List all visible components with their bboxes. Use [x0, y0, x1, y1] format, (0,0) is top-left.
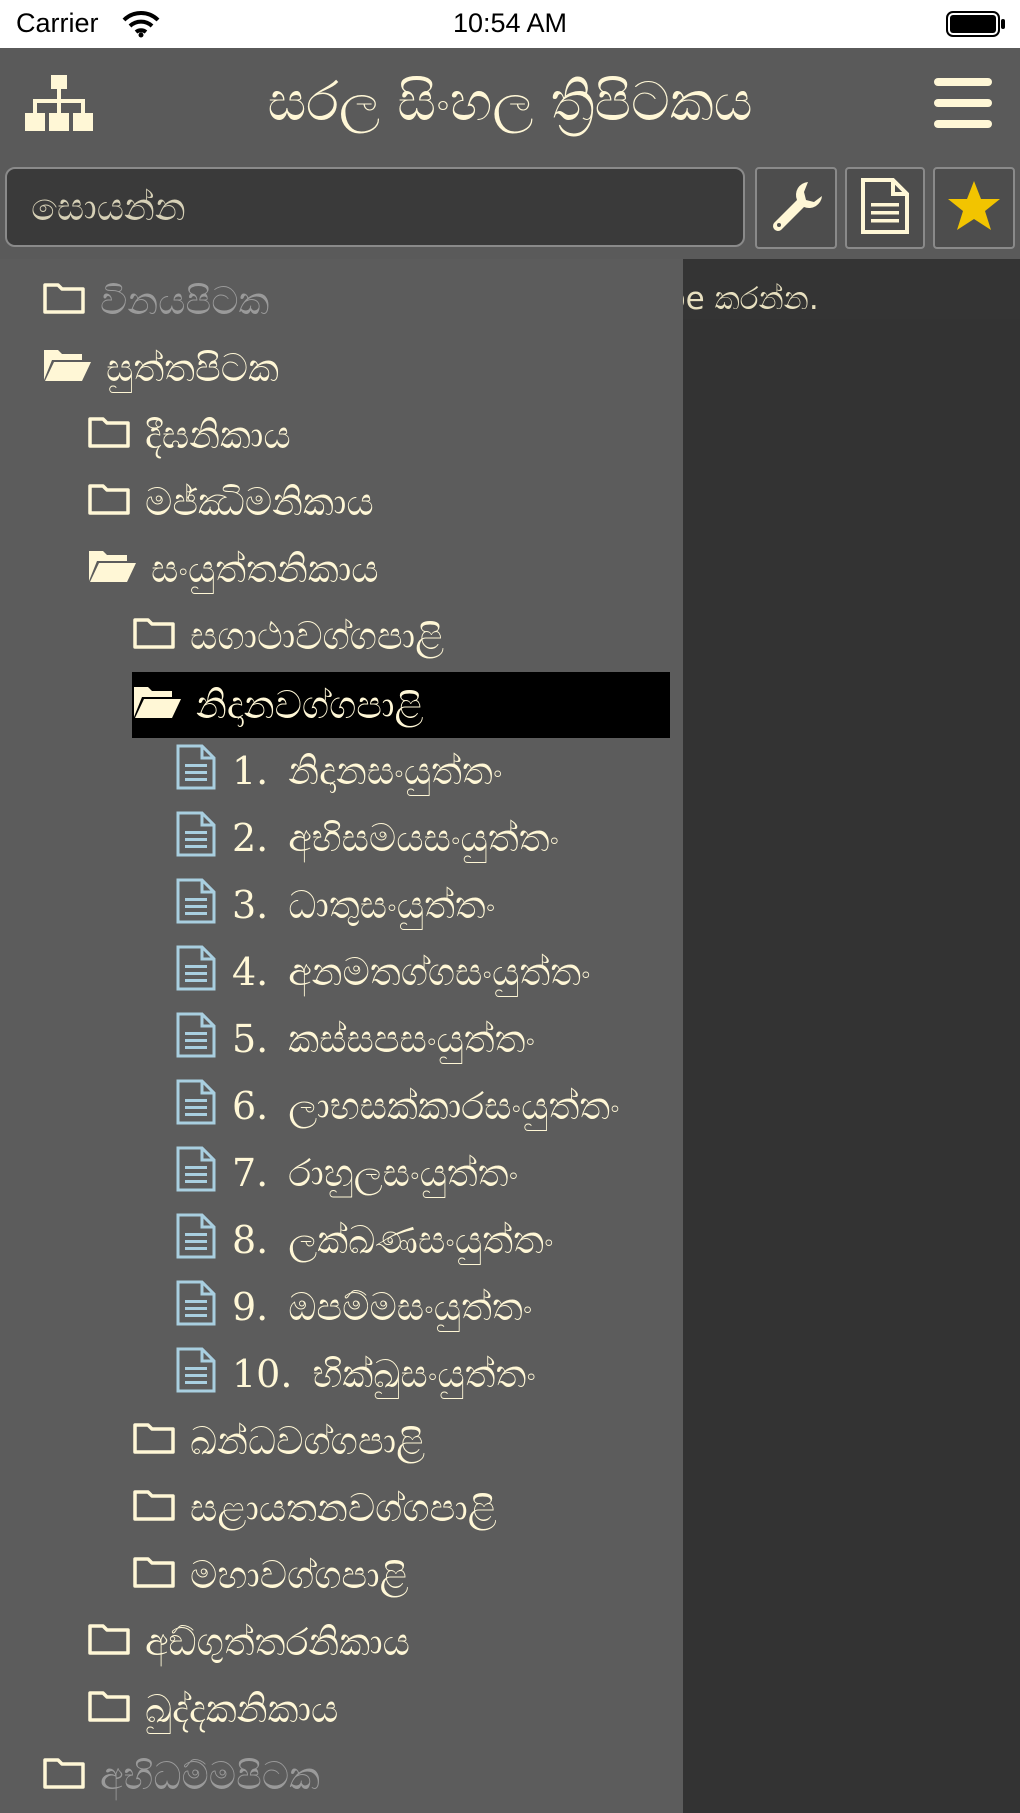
app-header: සරල සිංහල ත්‍රිපිටකය [0, 48, 1020, 159]
tree-node-sutta[interactable]: සුත්තපිටක [42, 335, 279, 401]
star-icon [946, 179, 1002, 237]
tree-node-abhidhamma[interactable]: අභිධම්මපිටක [42, 1743, 320, 1809]
document-icon [176, 744, 216, 799]
tree-node-label: මහාවග්ගපාළි [190, 1552, 409, 1597]
folder-open-icon [132, 683, 182, 728]
bookmark-button[interactable] [933, 167, 1015, 249]
tree-leaf-sutta-4[interactable]: 4. අනමතග්ගසංයුත්තං [176, 939, 591, 1005]
tree-leaf-sutta-2[interactable]: 2. අභිසමයසංයුත්තං [176, 805, 559, 871]
sutta-number: 6. [232, 1084, 269, 1128]
tree-node-khandha[interactable]: ඛන්ධවග්ගපාළි [132, 1408, 425, 1474]
document-icon [860, 177, 910, 239]
tree-node-label: සළායතනවග්ගපාළි [190, 1485, 497, 1530]
tree-leaf-sutta-7[interactable]: 7. රාහුලසංයුත්තං [176, 1140, 518, 1206]
document-icon [176, 878, 216, 933]
tree-node-label: දීඝනිකාය [145, 412, 291, 457]
tree-leaf-sutta-9[interactable]: 9. ඔපම්මසංයුත්තං [176, 1274, 532, 1340]
search-toolbar [0, 159, 1020, 259]
tree-node-label: භික්ඛුසංයුත්තං [312, 1351, 537, 1396]
document-icon [176, 811, 216, 866]
tree-node-label: මජ්ඣිමනිකාය [145, 479, 374, 524]
document-icon [176, 1012, 216, 1067]
tree-leaf-sutta-3[interactable]: 3. ධාතුසංයුත්තං [176, 872, 495, 938]
tree-node-salayatana[interactable]: සළායතනවග්ගපාළි [132, 1475, 497, 1541]
sutta-number: 3. [232, 883, 269, 927]
tree-leaf-sutta-10[interactable]: 10. භික්ඛුසංයුත්තං [176, 1341, 536, 1407]
tree-node-label: රාහුලසංයුත්තං [288, 1150, 519, 1195]
sutta-number: 1. [232, 749, 269, 793]
tree-node-vinaya[interactable]: විනයපිටක [42, 268, 269, 334]
folder-open-icon [87, 547, 137, 592]
tree-node-label: ලාභසක්කාරසංයුත්තං [288, 1083, 620, 1128]
tree-node-label: ඛන්ධවග්ගපාළි [190, 1418, 426, 1463]
tree-leaf-sutta-8[interactable]: 8. ලක්ඛණසංයුත්තං [176, 1207, 554, 1273]
folder-closed-icon [42, 279, 86, 324]
sutta-number: 2. [232, 816, 269, 860]
tree-node-label: ඔපම්මසංයුත්තං [288, 1284, 533, 1329]
tree-node-sagatha[interactable]: සගාථාවග්ගපාළි [132, 603, 444, 669]
document-button[interactable] [845, 167, 925, 249]
folder-closed-icon [87, 1687, 131, 1732]
wrench-icon [768, 178, 824, 238]
sutta-number: 4. [232, 950, 269, 994]
hint-text: pe කරන්න. [666, 281, 819, 317]
tree-leaf-sutta-5[interactable]: 5. කස්සපසංයුත්තං [176, 1006, 535, 1072]
tree-node-label: අඞ්ගුත්තරනිකාය [145, 1619, 410, 1664]
document-icon [176, 945, 216, 1000]
sutta-number: 10. [232, 1352, 293, 1396]
tree-node-khuddaka[interactable]: ඛුද්දකනිකාය [87, 1676, 338, 1742]
folder-closed-icon [42, 1754, 86, 1799]
folder-closed-icon [132, 614, 176, 659]
tree-leaf-sutta-1[interactable]: 1. නිදානසංයුත්තං [176, 738, 503, 804]
tree-leaf-sutta-6[interactable]: 6. ලාභසක්කාරසංයුත්තං [176, 1073, 620, 1139]
document-icon [176, 1079, 216, 1134]
tree-node-nidana[interactable]: නිදානවග්ගපාළි [132, 672, 670, 738]
hamburger-menu-icon[interactable] [934, 78, 992, 132]
tree-node-label: විනයපිටක [100, 278, 270, 323]
tree-node-label: අභිධම්මපිටක [100, 1753, 321, 1798]
tree-node-digha[interactable]: දීඝනිකාය [87, 402, 291, 468]
tree-node-maha[interactable]: මහාවග්ගපාළි [132, 1542, 409, 1608]
app-title: සරල සිංහල ත්‍රිපිටකය [267, 70, 753, 133]
tree-node-label: නිදානසංයුත්තං [288, 748, 503, 793]
status-bar: Carrier 10:54 AM [0, 0, 1020, 48]
folder-closed-icon [132, 1486, 176, 1531]
tree-node-anguttara[interactable]: අඞ්ගුත්තරනිකාය [87, 1609, 410, 1675]
folder-closed-icon [87, 480, 131, 525]
clock: 10:54 AM [452, 8, 568, 38]
settings-button[interactable] [755, 167, 837, 249]
search-input[interactable] [5, 167, 745, 247]
document-icon [176, 1146, 216, 1201]
tree-node-label: ලක්ඛණසංයුත්තං [288, 1217, 554, 1262]
tree-drawer: විනයපිටක සුත්තපිටක දීඝනිකාය මජ්ඣිමනිකාය … [0, 259, 683, 1813]
tree-node-label: සගාථාවග්ගපාළි [190, 613, 445, 658]
tree-node-label: අනමතග්ගසංයුත්තං [288, 949, 591, 994]
tree-node-label: සංයුත්තනිකාය [151, 546, 379, 591]
tree-node-samyutta[interactable]: සංයුත්තනිකාය [87, 536, 379, 602]
tree-node-label: කස්සපසංයුත්තං [288, 1016, 536, 1061]
tree-node-label: ඛුද්දකනිකාය [145, 1686, 339, 1731]
tree-node-majjhima[interactable]: මජ්ඣිමනිකාය [87, 469, 374, 535]
folder-closed-icon [87, 1620, 131, 1665]
folder-closed-icon [132, 1553, 176, 1598]
sutta-number: 7. [232, 1151, 269, 1195]
sutta-number: 8. [232, 1218, 269, 1262]
battery-icon [946, 11, 1006, 37]
folder-closed-icon [132, 1419, 176, 1464]
tree-node-label: ධාතුසංයුත්තං [288, 882, 496, 927]
folder-closed-icon [87, 413, 131, 458]
tree-node-label: සුත්තපිටක [106, 345, 279, 390]
tree-node-label: නිදානවග්ගපාළි [196, 682, 424, 727]
tree-node-label: අභිසමයසංයුත්තං [288, 815, 560, 860]
sutta-number: 5. [232, 1017, 269, 1061]
content-area [683, 319, 1020, 1813]
document-icon [176, 1213, 216, 1268]
folder-open-icon [42, 346, 92, 391]
sutta-number: 9. [232, 1285, 269, 1329]
document-icon [176, 1280, 216, 1335]
document-icon [176, 1347, 216, 1402]
